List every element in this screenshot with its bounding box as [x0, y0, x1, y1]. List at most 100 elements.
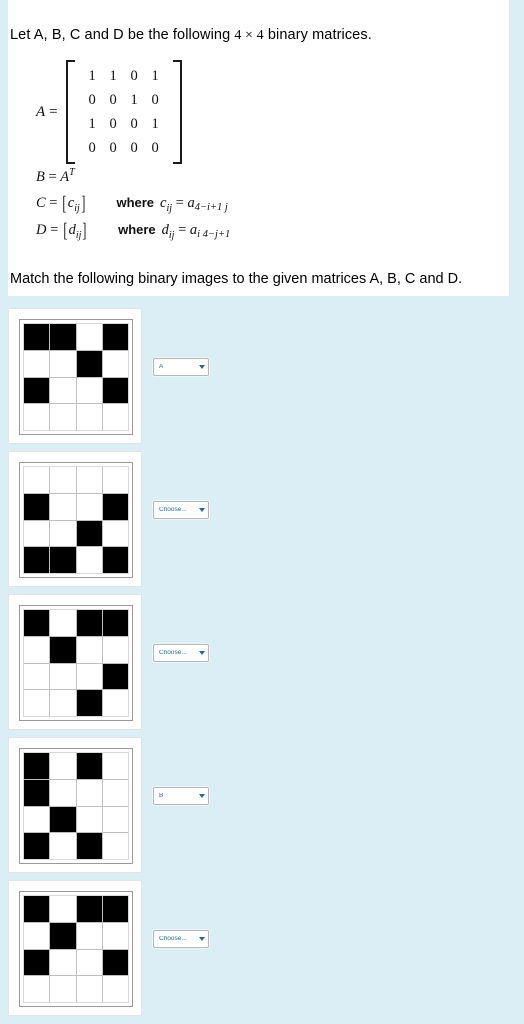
page-root: Let A, B, C and D be the following 4 × 4… [0, 0, 524, 1024]
grid-cell-on [102, 377, 128, 404]
grid-cell-off [76, 377, 102, 404]
def-c-bracket-close: ] [81, 193, 86, 215]
matrix-cell: 1 [151, 67, 159, 84]
grid-cell-on [24, 493, 50, 520]
grid-cell-on [24, 779, 50, 806]
matrix-cell: 0 [109, 115, 117, 132]
binary-image-frame [19, 748, 133, 864]
matrix-a-equals: = [49, 103, 58, 120]
matrix-cell: 0 [88, 91, 96, 108]
grid-cell-on [76, 350, 102, 377]
matching-item-row: Choose... [8, 451, 524, 587]
def-b-lhs: B [36, 168, 45, 185]
grid-cell-off [102, 779, 128, 806]
binary-image-card [8, 880, 142, 1016]
def-b-transpose-sup: T [69, 167, 75, 178]
def-d-rel-equals: = [178, 222, 187, 238]
grid-cell-off [76, 976, 102, 1002]
def-d-equals: = [50, 222, 59, 238]
def-d-rel-rhs-sub: i 4−j+1 [197, 229, 231, 240]
def-c-lhs: C [36, 195, 46, 211]
matrix-cell: 0 [130, 139, 138, 156]
def-d-bracket-sub: ij [75, 229, 82, 241]
grid-cell-off [24, 350, 50, 377]
matrix-select-image-4[interactable]: B [153, 787, 209, 805]
grid-cell-off [50, 493, 76, 520]
def-b-equals: = [48, 168, 57, 185]
def-b-rhs: A [60, 168, 70, 185]
matrix-cell: 0 [130, 67, 138, 84]
matrix-cell: 1 [109, 67, 117, 84]
def-c-rel-rhs: a [187, 195, 195, 211]
binary-image-grid [23, 323, 129, 431]
binary-image-grid [23, 752, 129, 860]
grid-cell-off [50, 610, 76, 636]
grid-cell-on [24, 547, 50, 573]
grid-cell-on [50, 806, 76, 833]
grid-cell-off [76, 779, 102, 806]
matrix-select-image-1[interactable]: A [153, 358, 209, 376]
intro-suffix: binary matrices. [263, 27, 372, 43]
matrix-select-image-3[interactable]: Choose... [153, 644, 209, 662]
def-c-bracket-open: [ [62, 193, 67, 215]
grid-cell-on [76, 610, 102, 636]
matrix-cell: 0 [151, 91, 159, 108]
def-d-bracket-open: [ [63, 220, 68, 242]
grid-cell-off [50, 520, 76, 547]
grid-cell-on [50, 922, 76, 949]
grid-cell-on [50, 324, 76, 350]
grid-cell-on [102, 896, 128, 922]
matrix-a-table: 1 1 0 1 0 0 1 0 1 0 0 1 0 0 0 0 [82, 64, 166, 160]
def-d-rel-lhs: d [161, 222, 169, 238]
matrix-cell: 1 [88, 115, 96, 132]
grid-cell-off [24, 663, 50, 690]
binary-image-card [8, 451, 142, 587]
grid-cell-off [76, 663, 102, 690]
intro-dimension: 4 × 4 [234, 28, 264, 43]
grid-cell-off [24, 636, 50, 663]
matrix-a-body: 1 1 0 1 0 0 1 0 1 0 0 1 0 0 0 0 [75, 60, 173, 164]
grid-cell-off [76, 467, 102, 493]
grid-cell-off [50, 663, 76, 690]
matrix-a-equation: A = 1 1 0 1 0 0 1 0 1 0 0 1 0 0 0 0 [36, 60, 182, 164]
grid-cell-off [50, 976, 76, 1002]
grid-cell-on [76, 690, 102, 716]
grid-cell-on [24, 324, 50, 350]
grid-cell-on [102, 949, 128, 976]
matching-item-row: B [8, 737, 524, 873]
matrix-cell: 0 [130, 115, 138, 132]
chevron-down-icon [199, 365, 205, 369]
def-d-bracket-close: ] [82, 220, 87, 242]
def-d-rel-lhs-sub: ij [168, 229, 175, 241]
binary-image-card [8, 308, 142, 444]
grid-cell-off [76, 806, 102, 833]
def-d-lhs: D [36, 222, 47, 238]
question-panel: Let A, B, C and D be the following 4 × 4… [8, 0, 509, 296]
grid-cell-on [50, 547, 76, 573]
grid-cell-off [50, 467, 76, 493]
definition-b: B = AT [36, 167, 75, 186]
matrix-cell: 0 [109, 91, 117, 108]
grid-cell-off [24, 976, 50, 1002]
matrix-select-image-5[interactable]: Choose... [153, 930, 209, 948]
grid-cell-off [76, 949, 102, 976]
matrix-cell: 1 [151, 115, 159, 132]
grid-cell-off [102, 922, 128, 949]
matrix-cell: 1 [130, 91, 138, 108]
binary-image-frame [19, 462, 133, 578]
matrix-select-image-2[interactable]: Choose... [153, 501, 209, 519]
matrix-bracket-right [172, 60, 182, 164]
grid-cell-off [24, 520, 50, 547]
matrix-cell: 0 [109, 139, 117, 156]
def-c-bracket-sub: ij [74, 202, 80, 214]
grid-cell-off [102, 690, 128, 716]
matrix-select-value: Choose... [159, 649, 187, 656]
grid-cell-on [24, 377, 50, 404]
intro-prefix: Let A, B, C and D be the following [10, 27, 235, 43]
grid-cell-off [102, 404, 128, 430]
grid-cell-off [24, 690, 50, 716]
grid-cell-on [76, 753, 102, 779]
grid-cell-on [50, 636, 76, 663]
matrix-select-value: B [159, 792, 164, 799]
matrix-a-label: A [36, 103, 46, 120]
